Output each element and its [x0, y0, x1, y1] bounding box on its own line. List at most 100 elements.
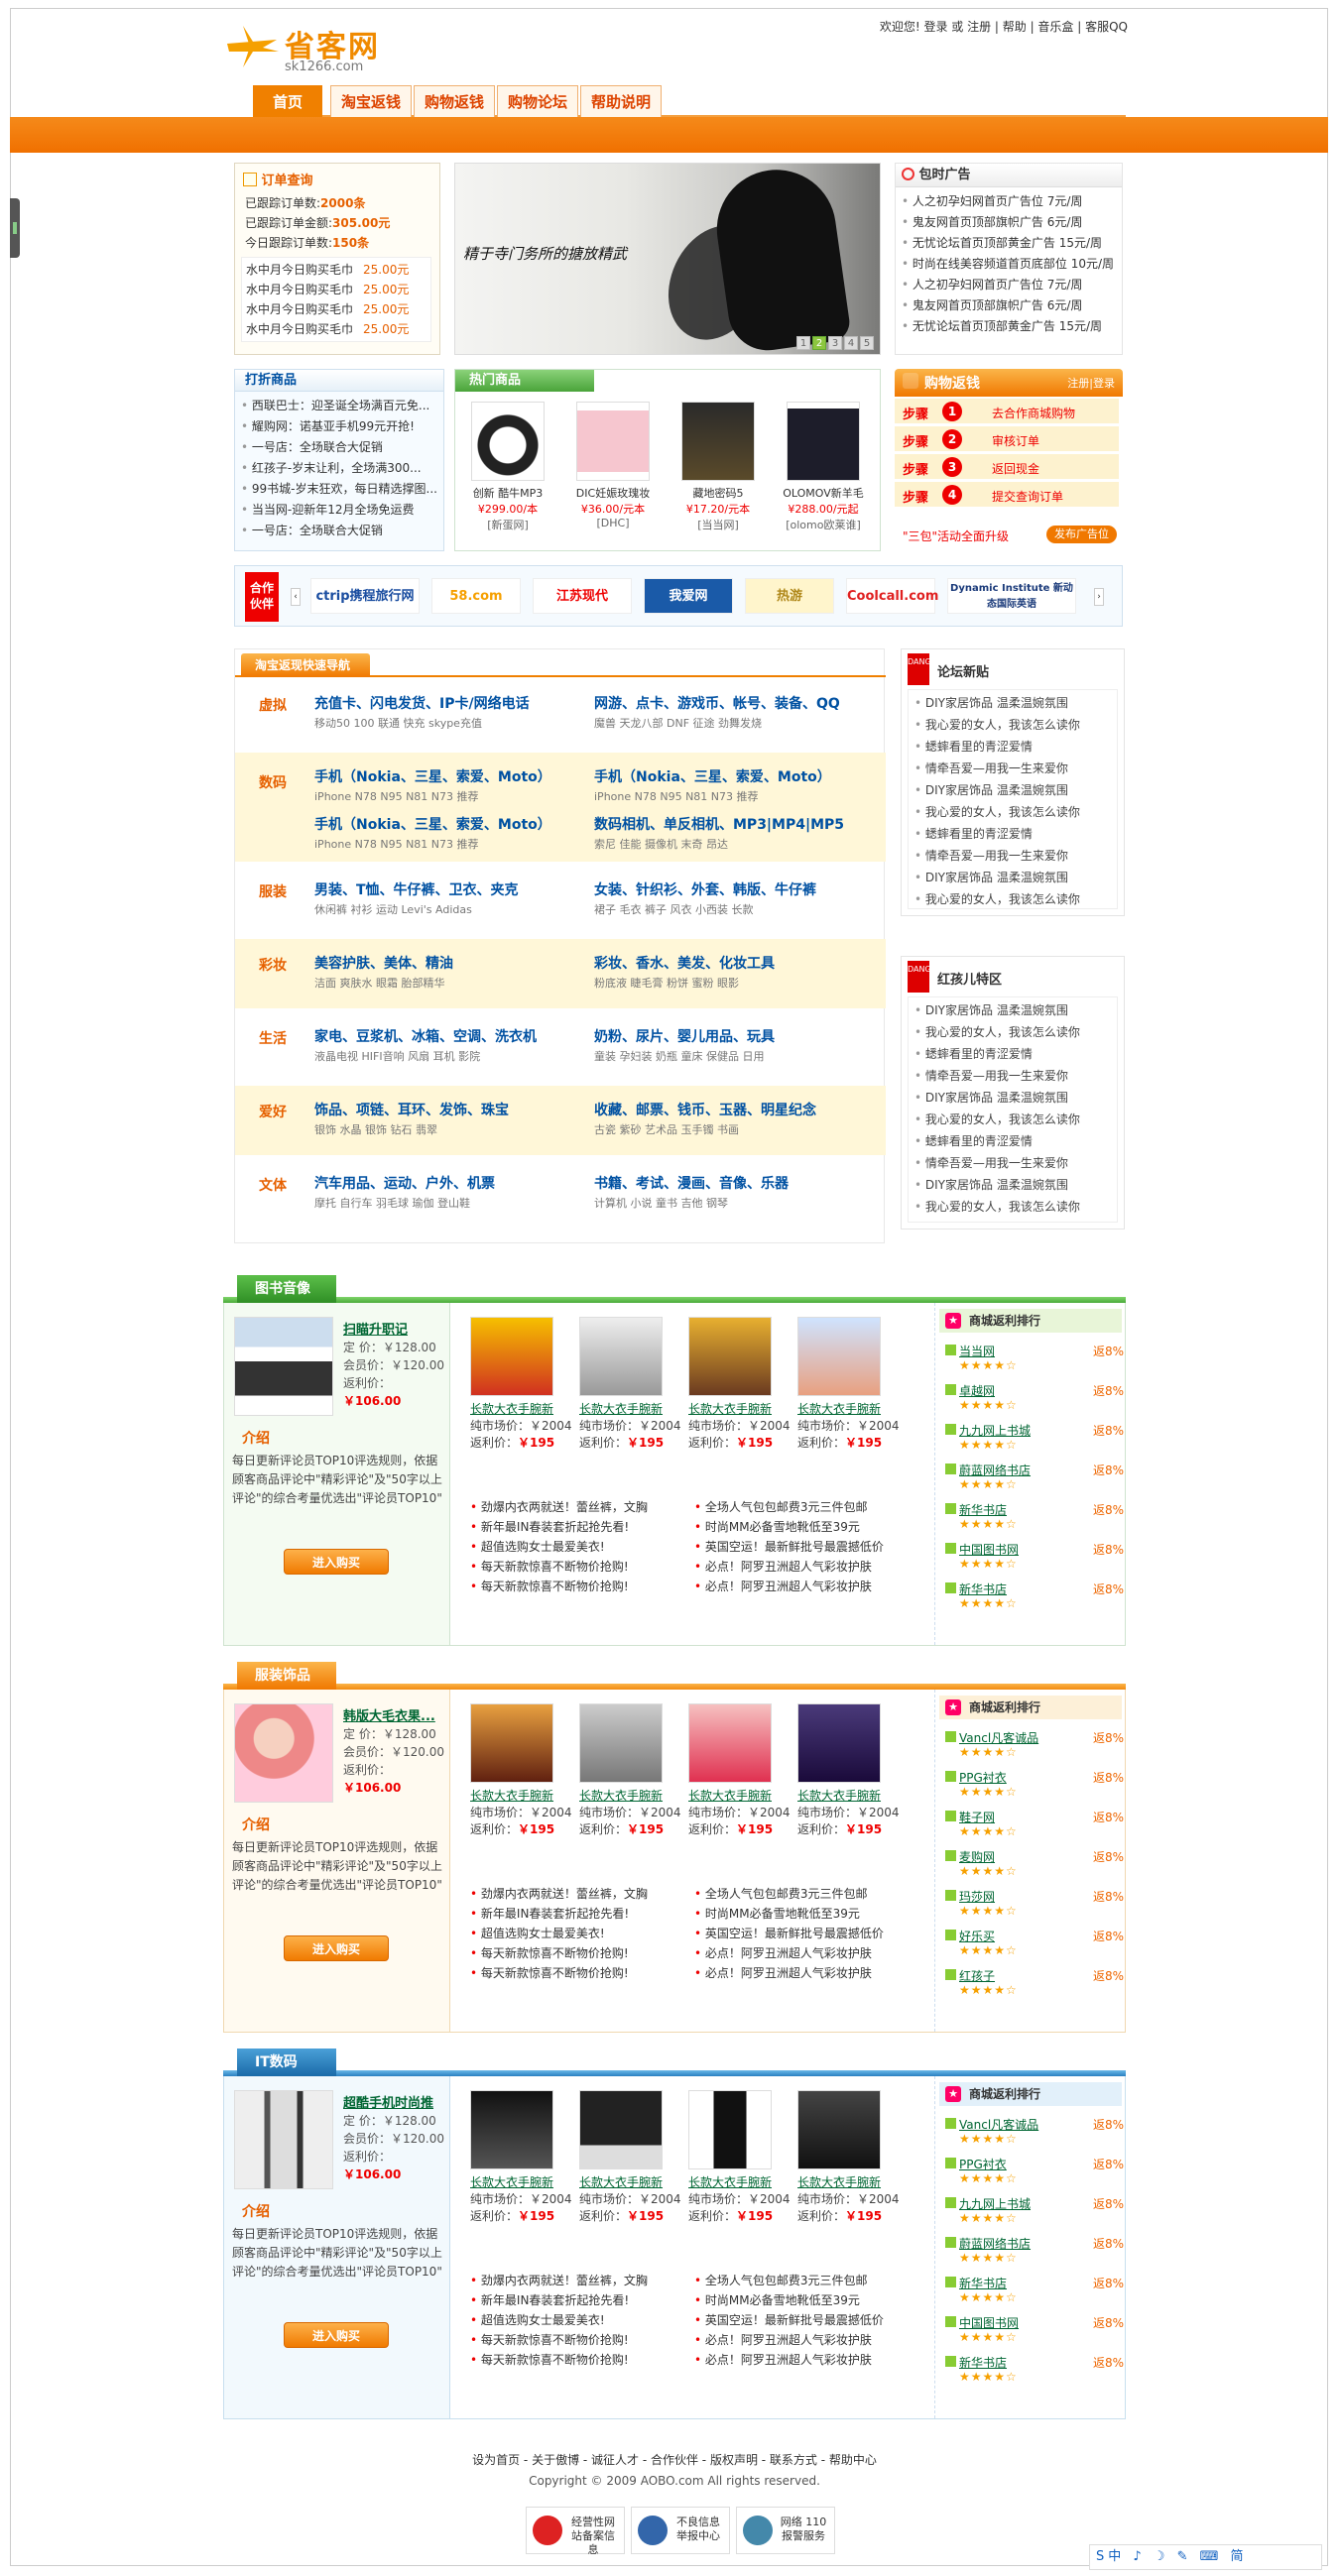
rank-store-name[interactable]: 新华书店 [959, 2354, 1007, 2371]
product-name[interactable]: 长款大衣手腕新 [470, 1400, 579, 1417]
forum-post[interactable]: 蟋蟀看里的青涩爱情 [914, 736, 1111, 758]
kids-post[interactable]: 我心爱的女人，我该怎么读你 [914, 1196, 1111, 1218]
rank-item[interactable]: 红孩子 返8% ★★★★☆ [945, 1967, 1124, 2007]
nav-link[interactable]: 女装、针织衫、外套、韩版、牛仔裤 [594, 879, 816, 899]
promo-link[interactable]: 英国空运！最新鲜批号最震撼低价 [694, 1537, 884, 1557]
rank-store-name[interactable]: 新华书店 [959, 2275, 1007, 2291]
rank-item[interactable]: PPG衬衣 返8% ★★★★☆ [945, 1769, 1124, 1809]
product-card[interactable]: 长款大衣手腕新 纯市场价：￥2004 返利价：￥195 [688, 1317, 797, 1451]
nav-sublinks[interactable]: 液晶电视 HIFI音响 风扇 耳机 影院 [314, 1048, 480, 1064]
nav-link[interactable]: 奶粉、尿片、婴儿用品、玩具 [594, 1026, 775, 1046]
product-card[interactable]: 长款大衣手腕新 纯市场价：￥2004 返利价：￥195 [579, 1703, 688, 1837]
promo-link[interactable]: 全场人气包包邮费3元三件包邮 [694, 1884, 884, 1904]
promo-link[interactable]: 时尚MM必备雪地靴低至39元 [694, 2290, 884, 2310]
product-card[interactable]: 长款大衣手腕新 纯市场价：￥2004 返利价：￥195 [688, 2090, 797, 2224]
forum-post[interactable]: 我心爱的女人，我该怎么读你 [914, 714, 1111, 736]
rank-store-name[interactable]: 卓越网 [959, 1382, 995, 1399]
product-name[interactable]: 长款大衣手腕新 [688, 1787, 797, 1804]
promo-link[interactable]: 全场人气包包邮费3元三件包邮 [694, 1497, 884, 1517]
partner-logo[interactable]: Dynamic Institute 新动态国际英语 [947, 578, 1076, 614]
forum-post[interactable]: DIY家居饰品 温柔温婉氛围 [914, 779, 1111, 801]
rank-store-name[interactable]: 好乐买 [959, 1928, 995, 1944]
deal-item[interactable]: 当当网-迎新年12月全场免运费 [241, 500, 437, 521]
order-item[interactable]: 水中月今日购买毛巾 25.00元 [246, 319, 426, 339]
nav-sublinks[interactable]: 洁面 爽肤水 眼霜 胎部精华 [314, 975, 445, 991]
partner-logo[interactable]: 江苏现代 [533, 578, 632, 614]
rank-store-name[interactable]: 中国图书网 [959, 1541, 1019, 1558]
ad-item[interactable]: 人之初孕妇网首页广告位 7元/周 [902, 191, 1116, 212]
step-4[interactable]: 步骤 4 提交查询订单 [895, 482, 1119, 508]
hot-product-card[interactable]: DIC妊娠玫瑰妆 ¥36.00/元本 [DHC] [568, 402, 658, 529]
promo-link[interactable]: 每天新款惊喜不断物价抢购! [470, 2350, 648, 2370]
next-arrow-icon[interactable]: › [1094, 588, 1104, 606]
kids-post[interactable]: DIY家居饰品 温柔温婉氛围 [914, 999, 1111, 1021]
product-name[interactable]: 长款大衣手腕新 [470, 1787, 579, 1804]
forum-post[interactable]: 蟋蟀看里的青涩爱情 [914, 823, 1111, 845]
kids-post[interactable]: DIY家居饰品 温柔温婉氛围 [914, 1087, 1111, 1109]
nav-sublinks[interactable]: 童装 孕妇装 奶瓶 童床 保健品 日用 [594, 1048, 764, 1064]
buy-button[interactable]: 进入购买 [284, 1549, 389, 1575]
ime-toolbar[interactable]: S中 ♪ ☽ ✎ ⌨ 简 [1089, 2544, 1322, 2570]
forum-post[interactable]: DIY家居饰品 温柔温婉氛围 [914, 692, 1111, 714]
forum-post[interactable]: DIY家居饰品 温柔温婉氛围 [914, 867, 1111, 888]
buy-button[interactable]: 进入购买 [284, 2322, 389, 2348]
nav-link[interactable]: 美容护肤、美体、精油 [314, 953, 453, 973]
nav-link[interactable]: 手机（Nokia、三星、索爱、Moto） [314, 814, 551, 834]
rank-store-name[interactable]: Vancl凡客诚品 [959, 1729, 1038, 1746]
kids-post[interactable]: 情牵吾爱—用我一生来爱你 [914, 1065, 1111, 1087]
ad-item[interactable]: 时尚在线美容频道首页底部位 10元/周 [902, 254, 1116, 275]
order-item[interactable]: 水中月今日购买毛巾 25.00元 [246, 280, 426, 299]
product-name[interactable]: 长款大衣手腕新 [579, 1400, 688, 1417]
prev-arrow-icon[interactable]: ‹ [291, 588, 301, 606]
nav-link[interactable]: 汽车用品、运动、户外、机票 [314, 1173, 495, 1193]
product-card[interactable]: 长款大衣手腕新 纯市场价：￥2004 返利价：￥195 [688, 1703, 797, 1837]
kids-post[interactable]: DIY家居饰品 温柔温婉氛围 [914, 1174, 1111, 1196]
promo-link[interactable]: 必点！阿罗丑洲超人气彩妆护肤 [694, 1963, 884, 1983]
product-name[interactable]: 长款大衣手腕新 [688, 1400, 797, 1417]
promo-link[interactable]: 每天新款惊喜不断物价抢购! [470, 1963, 648, 1983]
promo-link[interactable]: 英国空运！最新鲜批号最震撼低价 [694, 1924, 884, 1943]
order-item[interactable]: 水中月今日购买毛巾 25.00元 [246, 260, 426, 280]
featured-image[interactable] [234, 1703, 333, 1803]
promo-link[interactable]: 每天新款惊喜不断物价抢购! [470, 1557, 648, 1577]
product-card[interactable]: 长款大衣手腕新 纯市场价：￥2004 返利价：￥195 [470, 1703, 579, 1837]
product-card[interactable]: 长款大衣手腕新 纯市场价：￥2004 返利价：￥195 [797, 1703, 907, 1837]
side-tab[interactable] [10, 198, 20, 258]
nav-taobao-rebate[interactable]: 淘宝返钱 [330, 85, 412, 117]
nav-sublinks[interactable]: iPhone N78 N95 N81 N73 推荐 [314, 788, 479, 804]
promo-link[interactable]: 必点！阿罗丑洲超人气彩妆护肤 [694, 1943, 884, 1963]
ad-item[interactable]: 无忧论坛首页顶部黄金广告 15元/周 [902, 233, 1116, 254]
featured-name[interactable]: 扫瞄升职记 [343, 1319, 408, 1338]
promo-link[interactable]: 劲爆内衣两就送！蕾丝裤，文胸 [470, 1884, 648, 1904]
product-name[interactable]: 长款大衣手腕新 [579, 1787, 688, 1804]
kids-post[interactable]: 蟋蟀看里的青涩爱情 [914, 1130, 1111, 1152]
rank-store-name[interactable]: 新华书店 [959, 1581, 1007, 1597]
rank-item[interactable]: Vancl凡客诚品 返8% ★★★★☆ [945, 2116, 1124, 2156]
rank-store-name[interactable]: PPG衬衣 [959, 1769, 1007, 1786]
nav-sublinks[interactable]: 裙子 毛衣 裤子 风衣 小西装 长款 [594, 901, 753, 917]
nav-home[interactable]: 首页 [253, 85, 322, 117]
rank-item[interactable]: 卓越网 返8% ★★★★☆ [945, 1382, 1124, 1422]
top-links[interactable]: 欢迎您! 登录 或 注册 | 帮助 | 音乐盒 | 客服QQ [880, 18, 1128, 35]
rank-store-name[interactable]: 红孩子 [959, 1967, 995, 1984]
promo-link[interactable]: 每天新款惊喜不断物价抢购! [470, 2330, 648, 2350]
banner-page-2[interactable]: 2 [812, 336, 826, 350]
collapse-icon[interactable]: » [1114, 2056, 1120, 2067]
deal-item[interactable]: 红孩子-岁末让利，全场满300... [241, 458, 437, 479]
icp-badge[interactable]: 经营性网站备案信息 [526, 2507, 625, 2556]
nav-help[interactable]: 帮助说明 [580, 85, 662, 117]
nav-sublinks[interactable]: 摩托 自行车 羽毛球 瑜伽 登山鞋 [314, 1195, 470, 1211]
nav-link[interactable]: 家电、豆浆机、冰箱、空调、洗衣机 [314, 1026, 537, 1046]
rank-store-name[interactable]: 中国图书网 [959, 2314, 1019, 2331]
rank-item[interactable]: 当当网 返8% ★★★★☆ [945, 1343, 1124, 1382]
nav-sublinks[interactable]: iPhone N78 N95 N81 N73 推荐 [314, 836, 479, 852]
register-login-link[interactable]: 注册|登录 [1067, 375, 1115, 391]
promo-link[interactable]: 全场人气包包邮费3元三件包邮 [694, 2271, 884, 2290]
banner-page-3[interactable]: 3 [828, 336, 842, 350]
rank-item[interactable]: 新华书店 返8% ★★★★☆ [945, 2275, 1124, 2314]
deal-item[interactable]: 一号店：全场联合大促销 [241, 437, 437, 458]
deal-item[interactable]: 99书城-岁末狂欢，每日精选撑图... [241, 479, 437, 500]
report-badge[interactable]: 不良信息举报中心 [631, 2507, 730, 2554]
product-name[interactable]: 长款大衣手腕新 [688, 2173, 797, 2190]
product-name[interactable]: 长款大衣手腕新 [797, 2173, 907, 2190]
